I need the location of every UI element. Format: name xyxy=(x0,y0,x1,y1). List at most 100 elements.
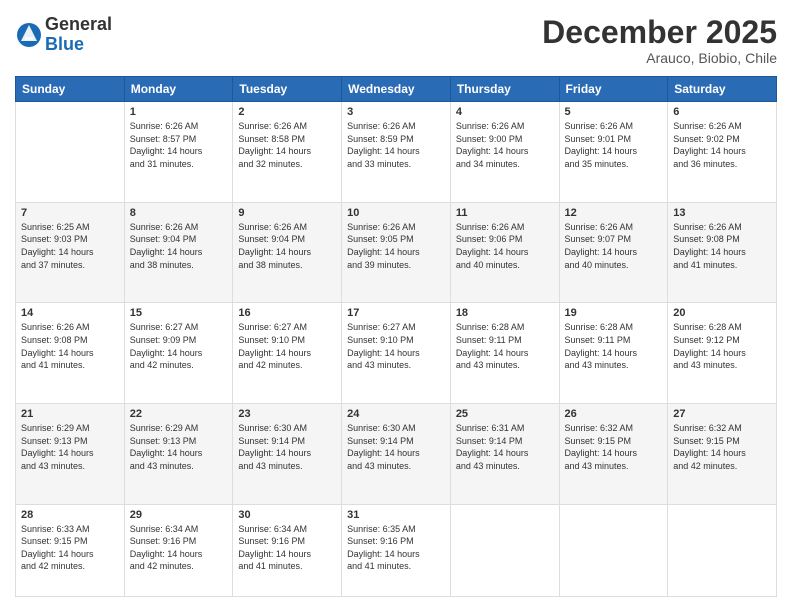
table-row: 19 Sunrise: 6:28 AM Sunset: 9:11 PM Dayli… xyxy=(559,303,668,404)
table-row: 29 Sunrise: 6:34 AM Sunset: 9:16 PM Dayli… xyxy=(124,504,233,596)
cell-info: Sunrise: 6:28 AM Sunset: 9:12 PM Dayligh… xyxy=(673,321,771,371)
header-saturday: Saturday xyxy=(668,77,777,102)
location-subtitle: Arauco, Biobio, Chile xyxy=(542,50,777,66)
cell-info: Sunrise: 6:26 AM Sunset: 9:08 PM Dayligh… xyxy=(21,321,119,371)
cell-info: Sunrise: 6:35 AM Sunset: 9:16 PM Dayligh… xyxy=(347,523,445,573)
header-tuesday: Tuesday xyxy=(233,77,342,102)
page-header: General Blue December 2025 Arauco, Biobi… xyxy=(15,15,777,66)
day-number: 5 xyxy=(565,106,663,118)
cell-info: Sunrise: 6:26 AM Sunset: 9:01 PM Dayligh… xyxy=(565,120,663,170)
day-number: 29 xyxy=(130,509,228,521)
cell-info: Sunrise: 6:26 AM Sunset: 9:00 PM Dayligh… xyxy=(456,120,554,170)
day-number: 1 xyxy=(130,106,228,118)
table-row: 12 Sunrise: 6:26 AM Sunset: 9:07 PM Dayli… xyxy=(559,202,668,303)
table-row: 26 Sunrise: 6:32 AM Sunset: 9:15 PM Dayli… xyxy=(559,404,668,505)
cell-info: Sunrise: 6:26 AM Sunset: 9:07 PM Dayligh… xyxy=(565,221,663,271)
day-number: 6 xyxy=(673,106,771,118)
logo: General Blue xyxy=(15,15,112,55)
table-row: 22 Sunrise: 6:29 AM Sunset: 9:13 PM Dayli… xyxy=(124,404,233,505)
day-number: 8 xyxy=(130,207,228,219)
cell-info: Sunrise: 6:28 AM Sunset: 9:11 PM Dayligh… xyxy=(565,321,663,371)
table-row: 7 Sunrise: 6:25 AM Sunset: 9:03 PM Daylig… xyxy=(16,202,125,303)
cell-info: Sunrise: 6:27 AM Sunset: 9:09 PM Dayligh… xyxy=(130,321,228,371)
cell-info: Sunrise: 6:29 AM Sunset: 9:13 PM Dayligh… xyxy=(130,422,228,472)
logo-text: General Blue xyxy=(45,15,112,55)
table-row: 24 Sunrise: 6:30 AM Sunset: 9:14 PM Dayli… xyxy=(342,404,451,505)
day-number: 28 xyxy=(21,509,119,521)
table-row: 2 Sunrise: 6:26 AM Sunset: 8:58 PM Daylig… xyxy=(233,102,342,203)
table-row: 11Sunrise: 6:26 AM Sunset: 9:06 PM Dayli… xyxy=(450,202,559,303)
logo-general: General xyxy=(45,14,112,34)
table-row: 25Sunrise: 6:31 AM Sunset: 9:14 PM Dayli… xyxy=(450,404,559,505)
table-row: 8 Sunrise: 6:26 AM Sunset: 9:04 PM Daylig… xyxy=(124,202,233,303)
cell-info: Sunrise: 6:26 AM Sunset: 9:06 PM Dayligh… xyxy=(456,221,554,271)
cell-info: Sunrise: 6:26 AM Sunset: 9:02 PM Dayligh… xyxy=(673,120,771,170)
day-number: 3 xyxy=(347,106,445,118)
calendar-page: General Blue December 2025 Arauco, Biobi… xyxy=(0,0,792,612)
table-row xyxy=(450,504,559,596)
day-number: 15 xyxy=(130,307,228,319)
header-friday: Friday xyxy=(559,77,668,102)
cell-info: Sunrise: 6:34 AM Sunset: 9:16 PM Dayligh… xyxy=(238,523,336,573)
table-row: 10Sunrise: 6:26 AM Sunset: 9:05 PM Dayli… xyxy=(342,202,451,303)
table-row: 6 Sunrise: 6:26 AM Sunset: 9:02 PM Daylig… xyxy=(668,102,777,203)
day-number: 20 xyxy=(673,307,771,319)
logo-blue: Blue xyxy=(45,34,84,54)
day-number: 9 xyxy=(238,207,336,219)
day-number: 22 xyxy=(130,408,228,420)
cell-info: Sunrise: 6:31 AM Sunset: 9:14 PM Dayligh… xyxy=(456,422,554,472)
table-row xyxy=(559,504,668,596)
cell-info: Sunrise: 6:26 AM Sunset: 8:59 PM Dayligh… xyxy=(347,120,445,170)
table-row: 17 Sunrise: 6:27 AM Sunset: 9:10 PM Dayli… xyxy=(342,303,451,404)
title-block: December 2025 Arauco, Biobio, Chile xyxy=(542,15,777,66)
header-wednesday: Wednesday xyxy=(342,77,451,102)
cell-info: Sunrise: 6:28 AM Sunset: 9:11 PM Dayligh… xyxy=(456,321,554,371)
day-number: 13 xyxy=(673,207,771,219)
logo-icon xyxy=(15,21,43,49)
table-row: 3 Sunrise: 6:26 AM Sunset: 8:59 PM Daylig… xyxy=(342,102,451,203)
cell-info: Sunrise: 6:26 AM Sunset: 9:04 PM Dayligh… xyxy=(238,221,336,271)
table-row: 21 Sunrise: 6:29 AM Sunset: 9:13 PM Dayli… xyxy=(16,404,125,505)
cell-info: Sunrise: 6:34 AM Sunset: 9:16 PM Dayligh… xyxy=(130,523,228,573)
weekday-header-row: Sunday Monday Tuesday Wednesday Thursday… xyxy=(16,77,777,102)
cell-info: Sunrise: 6:32 AM Sunset: 9:15 PM Dayligh… xyxy=(673,422,771,472)
table-row: 31Sunrise: 6:35 AM Sunset: 9:16 PM Dayli… xyxy=(342,504,451,596)
cell-info: Sunrise: 6:27 AM Sunset: 9:10 PM Dayligh… xyxy=(347,321,445,371)
table-row: 30 Sunrise: 6:34 AM Sunset: 9:16 PM Dayli… xyxy=(233,504,342,596)
table-row: 9 Sunrise: 6:26 AM Sunset: 9:04 PM Daylig… xyxy=(233,202,342,303)
day-number: 26 xyxy=(565,408,663,420)
cell-info: Sunrise: 6:30 AM Sunset: 9:14 PM Dayligh… xyxy=(347,422,445,472)
table-row xyxy=(16,102,125,203)
table-row: 13 Sunrise: 6:26 AM Sunset: 9:08 PM Dayli… xyxy=(668,202,777,303)
cell-info: Sunrise: 6:27 AM Sunset: 9:10 PM Dayligh… xyxy=(238,321,336,371)
cell-info: Sunrise: 6:30 AM Sunset: 9:14 PM Dayligh… xyxy=(238,422,336,472)
day-number: 24 xyxy=(347,408,445,420)
table-row: 28Sunrise: 6:33 AM Sunset: 9:15 PM Dayli… xyxy=(16,504,125,596)
cell-info: Sunrise: 6:26 AM Sunset: 8:58 PM Dayligh… xyxy=(238,120,336,170)
day-number: 2 xyxy=(238,106,336,118)
day-number: 27 xyxy=(673,408,771,420)
day-number: 21 xyxy=(21,408,119,420)
day-number: 17 xyxy=(347,307,445,319)
day-number: 4 xyxy=(456,106,554,118)
day-number: 7 xyxy=(21,207,119,219)
day-number: 14 xyxy=(21,307,119,319)
header-monday: Monday xyxy=(124,77,233,102)
day-number: 19 xyxy=(565,307,663,319)
table-row: 18Sunrise: 6:28 AM Sunset: 9:11 PM Dayli… xyxy=(450,303,559,404)
cell-info: Sunrise: 6:25 AM Sunset: 9:03 PM Dayligh… xyxy=(21,221,119,271)
table-row: 20 Sunrise: 6:28 AM Sunset: 9:12 PM Dayli… xyxy=(668,303,777,404)
header-thursday: Thursday xyxy=(450,77,559,102)
cell-info: Sunrise: 6:29 AM Sunset: 9:13 PM Dayligh… xyxy=(21,422,119,472)
day-number: 30 xyxy=(238,509,336,521)
cell-info: Sunrise: 6:26 AM Sunset: 9:04 PM Dayligh… xyxy=(130,221,228,271)
table-row: 15 Sunrise: 6:27 AM Sunset: 9:09 PM Dayli… xyxy=(124,303,233,404)
table-row: 5 Sunrise: 6:26 AM Sunset: 9:01 PM Daylig… xyxy=(559,102,668,203)
calendar-table: Sunday Monday Tuesday Wednesday Thursday… xyxy=(15,76,777,597)
cell-info: Sunrise: 6:26 AM Sunset: 9:08 PM Dayligh… xyxy=(673,221,771,271)
table-row: 1Sunrise: 6:26 AM Sunset: 8:57 PM Daylig… xyxy=(124,102,233,203)
day-number: 10 xyxy=(347,207,445,219)
cell-info: Sunrise: 6:32 AM Sunset: 9:15 PM Dayligh… xyxy=(565,422,663,472)
day-number: 12 xyxy=(565,207,663,219)
table-row: 4 Sunrise: 6:26 AM Sunset: 9:00 PM Daylig… xyxy=(450,102,559,203)
